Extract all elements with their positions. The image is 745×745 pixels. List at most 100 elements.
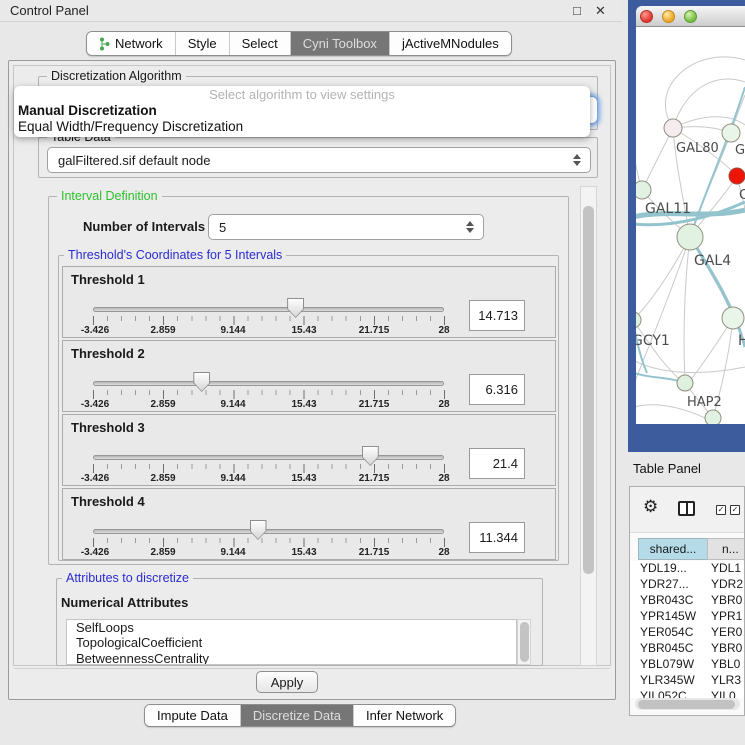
node-label-hap2: HAP2 <box>687 395 722 410</box>
apply-divider <box>14 668 610 669</box>
tick-label: 21.715 <box>359 325 390 336</box>
list-item[interactable]: BetweennessCentrality <box>67 651 516 665</box>
table-row[interactable]: YDL19...YDL1 <box>630 561 745 577</box>
node-gcy1[interactable] <box>636 312 641 328</box>
table-panel: ⚙ ✓ ✓ shared... n... YDL19...YDL1 YDR27.… <box>629 486 745 716</box>
threshold-2-value-field[interactable]: 6.316 <box>469 374 525 405</box>
network-nodes[interactable] <box>636 119 745 424</box>
algorithm-item-manual[interactable]: Manual Discretization <box>14 103 590 119</box>
table-rows: YDL19...YDL1 YDR27...YDR2 YBR043CYBR0 YP… <box>630 561 745 698</box>
apply-button[interactable]: Apply <box>256 671 318 693</box>
node-ga[interactable] <box>722 124 740 142</box>
tick-label: -3.426 <box>81 325 109 336</box>
settings-scrollbar[interactable] <box>580 186 597 666</box>
tick-label: 28 <box>438 399 449 410</box>
threshold-1-slider[interactable] <box>93 307 444 312</box>
tab-infer-network[interactable]: Infer Network <box>353 705 455 726</box>
node-selected-red[interactable] <box>729 168 745 184</box>
threshold-3-slider[interactable] <box>93 455 444 460</box>
network-view[interactable]: GAL80 GA C GAL11 GAL4 GCY1 H HAP2 <box>636 27 745 424</box>
tab-select[interactable]: Select <box>229 32 290 55</box>
node-label-h: H <box>738 333 745 349</box>
node-gal80[interactable] <box>664 119 682 137</box>
slider-ticks <box>93 538 445 547</box>
threshold-2-slider[interactable] <box>93 381 444 386</box>
slider-ticks <box>93 316 445 325</box>
column-header-shared-name[interactable]: shared... <box>638 538 708 560</box>
list-item[interactable]: SelfLoops <box>67 620 516 635</box>
table-row[interactable]: YBR045CYBR0 <box>630 641 745 657</box>
threshold-3-value-field[interactable]: 21.4 <box>469 448 525 479</box>
attributes-list-scrollbar[interactable] <box>517 619 531 665</box>
interval-definition-title: Interval Definition <box>57 189 162 203</box>
zoom-traffic-light-icon[interactable] <box>684 10 697 23</box>
tab-discretize-data[interactable]: Discretize Data <box>240 705 353 726</box>
threshold-2-row: Threshold 2 -3.426 2.859 9.144 15.43 21.… <box>62 340 556 412</box>
thresholds-group-title: Threshold's Coordinates for 5 Intervals <box>64 248 286 262</box>
table-data-group: Table Data galFiltered.sif default node <box>38 137 598 178</box>
threshold-2-slider-thumb[interactable] <box>193 372 210 392</box>
tab-impute-data[interactable]: Impute Data <box>145 705 240 726</box>
slider-ticks <box>93 464 445 473</box>
threshold-3-slider-thumb[interactable] <box>362 446 379 466</box>
algorithm-dropdown-popup: Select algorithm to view settings Manual… <box>14 86 590 137</box>
tick-label: 15.43 <box>291 547 316 558</box>
node-partial-bottom[interactable] <box>705 410 721 424</box>
checkbox-icon[interactable]: ✓ <box>716 505 726 515</box>
threshold-3-label: Threshold 3 <box>71 420 145 435</box>
table-horizontal-scrollbar[interactable] <box>635 698 740 710</box>
node-h[interactable] <box>722 307 744 329</box>
tab-cyni-toolbox[interactable]: Cyni Toolbox <box>290 32 389 55</box>
number-of-intervals-select[interactable]: 5 <box>208 214 484 240</box>
tab-jactivemnodules[interactable]: jActiveMNodules <box>389 32 511 55</box>
threshold-3-row: Threshold 3 -3.426 2.859 9.144 15.43 21.… <box>62 414 556 486</box>
tab-style[interactable]: Style <box>175 32 229 55</box>
float-panel-icon[interactable]: □ <box>573 3 581 18</box>
table-row[interactable]: YPR145WYPR1 <box>630 609 745 625</box>
algorithm-placeholder-item[interactable]: Select algorithm to view settings <box>14 87 590 103</box>
table-data-select[interactable]: galFiltered.sif default node <box>47 147 591 173</box>
tick-label: 21.715 <box>359 399 390 410</box>
tick-label: 15.43 <box>291 473 316 484</box>
control-panel-titlebar: Control Panel □ ✕ <box>0 0 622 22</box>
table-row[interactable]: YER054CYER0 <box>630 625 745 641</box>
minimize-traffic-light-icon[interactable] <box>662 10 675 23</box>
node-gal11[interactable] <box>636 181 651 199</box>
threshold-1-value-field[interactable]: 14.713 <box>469 300 525 331</box>
tick-label: 9.144 <box>220 325 245 336</box>
tick-label: 15.43 <box>291 399 316 410</box>
node-gal4[interactable] <box>677 224 703 250</box>
node-label-gal4: GAL4 <box>694 253 731 269</box>
threshold-4-slider[interactable] <box>93 529 444 534</box>
column-header-name[interactable]: n... <box>707 538 745 560</box>
threshold-4-value-field[interactable]: 11.344 <box>469 522 525 553</box>
table-data-selected-value: galFiltered.sif default node <box>58 153 210 168</box>
close-panel-icon[interactable]: ✕ <box>595 3 606 19</box>
node-hap2[interactable] <box>677 375 693 391</box>
number-of-intervals-label: Number of Intervals <box>83 219 205 234</box>
threshold-4-slider-thumb[interactable] <box>250 520 267 540</box>
numerical-attributes-list[interactable]: SelfLoops TopologicalCoefficient Between… <box>66 619 517 665</box>
attributes-group-title: Attributes to discretize <box>62 571 193 585</box>
tick-label: 2.859 <box>150 547 175 558</box>
tab-network[interactable]: Network <box>87 32 175 55</box>
table-row[interactable]: YDR27...YDR2 <box>630 577 745 593</box>
numerical-attributes-label: Numerical Attributes <box>61 595 188 610</box>
threshold-1-slider-thumb[interactable] <box>287 298 304 318</box>
close-traffic-light-icon[interactable] <box>640 10 653 23</box>
table-row[interactable]: YBR043CYBR0 <box>630 593 745 609</box>
list-item[interactable]: TopologicalCoefficient <box>67 635 516 650</box>
slider-ticks <box>93 390 445 399</box>
table-row[interactable]: YBL079WYBL0 <box>630 657 745 673</box>
table-row[interactable]: YIL052CYIL0 <box>630 689 745 698</box>
discretization-algorithm-group-title: Discretization Algorithm <box>47 69 186 83</box>
tick-label: 2.859 <box>150 325 175 336</box>
network-window-titlebar <box>636 6 745 27</box>
table-row[interactable]: YLR345WYLR3 <box>630 673 745 689</box>
algorithm-item-equal-width[interactable]: Equal Width/Frequency Discretization <box>14 119 590 135</box>
checkbox-icon[interactable]: ✓ <box>730 505 740 515</box>
combo-arrows-icon <box>466 221 474 233</box>
split-view-icon[interactable] <box>678 501 695 516</box>
gear-icon[interactable]: ⚙ <box>643 497 658 517</box>
threshold-4-label: Threshold 4 <box>71 494 145 509</box>
